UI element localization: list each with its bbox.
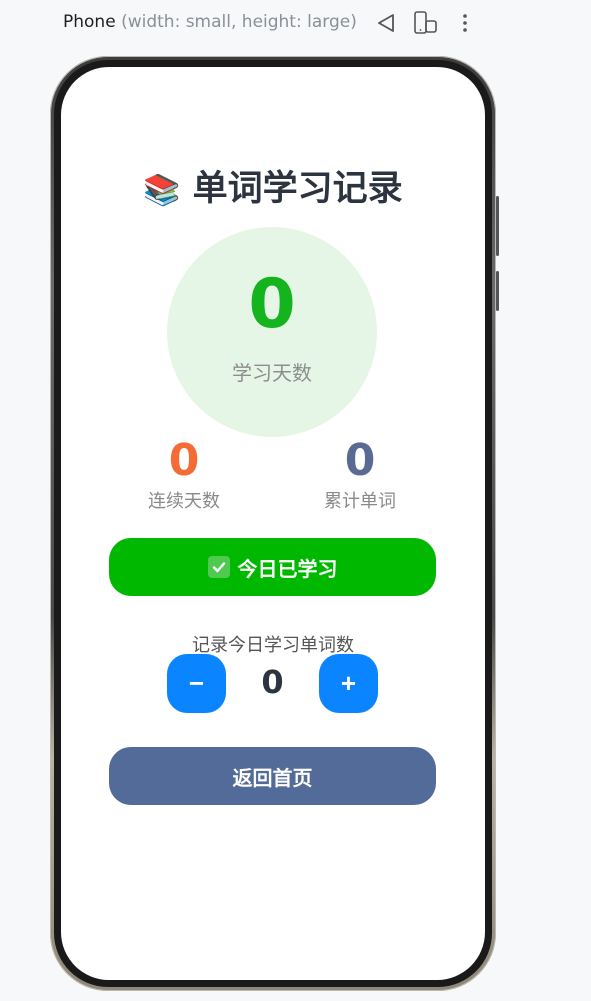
study-days-value: 0 <box>248 265 296 344</box>
back-triangle-icon[interactable] <box>373 10 399 36</box>
total-words-stat: 0 累计单词 <box>300 435 420 513</box>
device-toolbar: Phone (width: small, height: large) <box>0 0 591 46</box>
checkin-button[interactable]: 今日已学习 <box>109 538 436 596</box>
back-home-button[interactable]: 返回首页 <box>109 747 436 805</box>
more-vert-icon[interactable] <box>452 10 478 36</box>
phone-frame: 📚 单词学习记录 0 学习天数 0 连续天数 0 累计单词 今日已学习 记录今日学… <box>50 56 499 991</box>
study-days-label: 学习天数 <box>232 361 312 385</box>
study-days-circle: 0 学习天数 <box>167 227 377 437</box>
books-icon: 📚 <box>143 173 181 208</box>
streak-value: 0 <box>168 435 200 486</box>
device-dimensions: (width: small, height: large) <box>121 12 357 32</box>
phone-screen: 📚 单词学习记录 0 学习天数 0 连续天数 0 累计单词 今日已学习 记录今日学… <box>61 67 485 980</box>
total-words-value: 0 <box>344 435 376 486</box>
rotate-device-icon[interactable] <box>412 10 438 36</box>
page-title: 📚 单词学习记录 <box>61 160 485 211</box>
phone-side-button <box>496 271 499 311</box>
word-count-value: 0 <box>261 663 284 701</box>
total-words-label: 累计单词 <box>324 491 396 512</box>
decrement-button[interactable]: − <box>167 654 226 713</box>
record-words-label: 记录今日学习单词数 <box>192 635 354 656</box>
page-title-text: 单词学习记录 <box>192 169 403 209</box>
checkin-button-label: 今日已学习 <box>237 558 338 581</box>
phone-side-button <box>496 196 499 256</box>
increment-button[interactable]: + <box>319 654 378 713</box>
streak-label: 连续天数 <box>148 491 220 512</box>
streak-stat: 0 连续天数 <box>124 435 244 513</box>
device-name: Phone <box>63 12 116 32</box>
checkmark-icon <box>207 556 230 578</box>
device-selector[interactable]: Phone (width: small, height: large) <box>63 12 357 32</box>
